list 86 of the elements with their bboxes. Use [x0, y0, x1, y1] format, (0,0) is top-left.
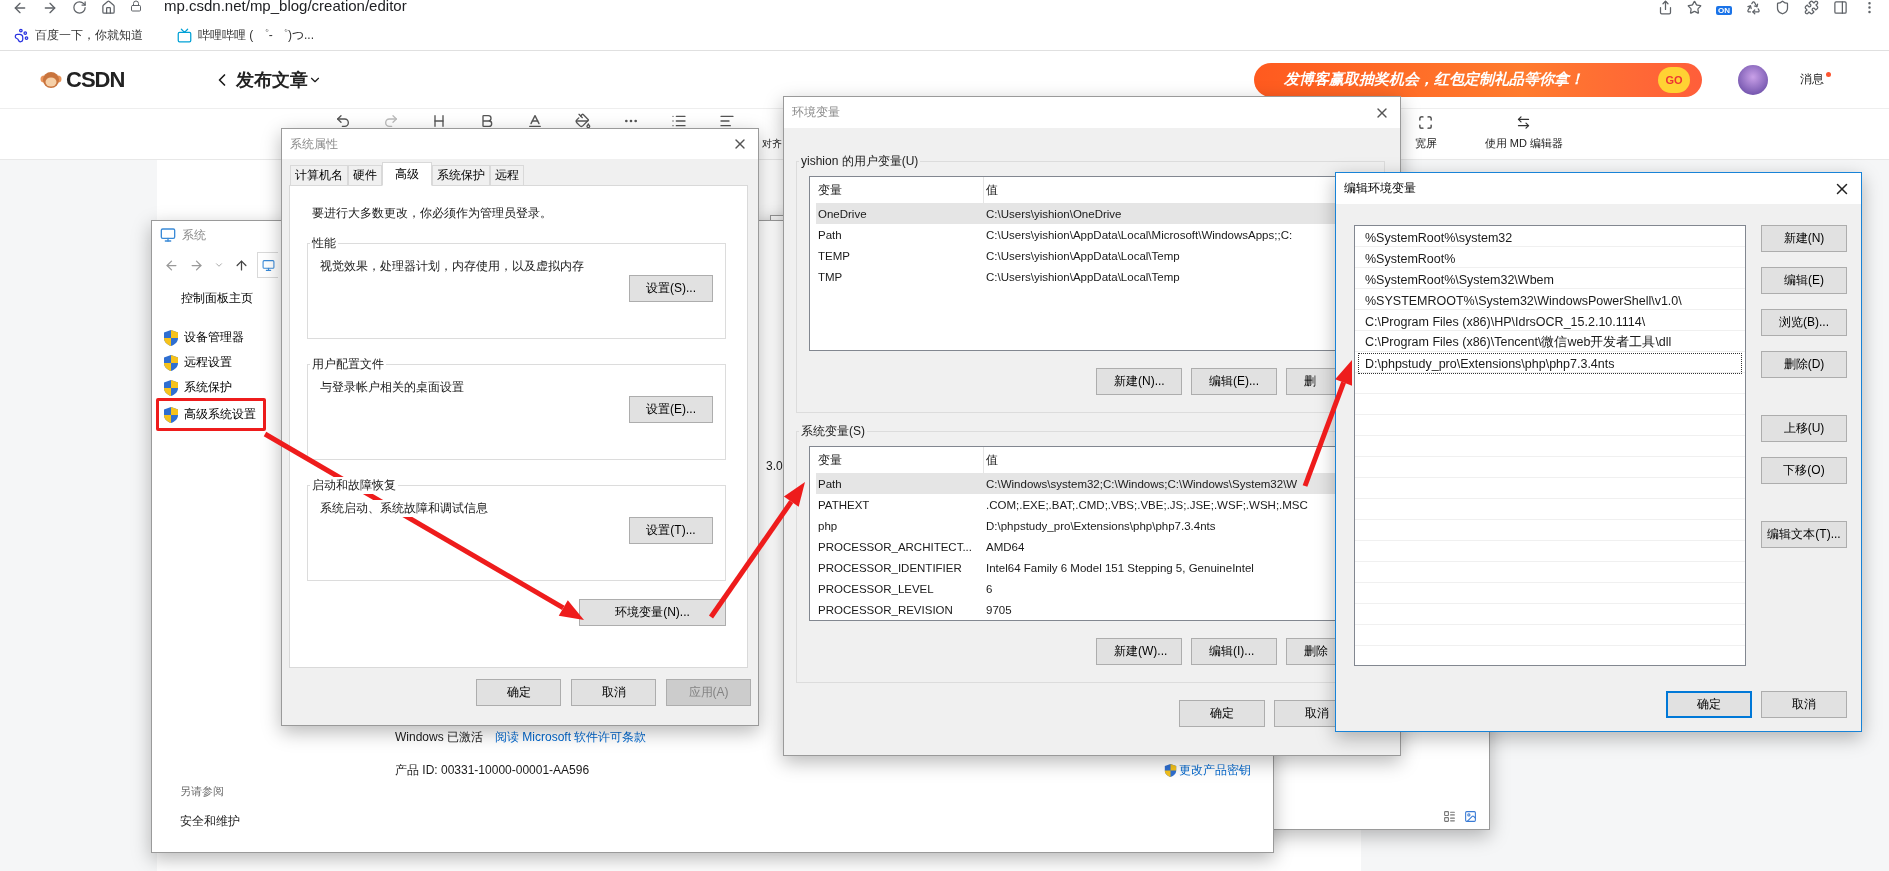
table-cell-text: PROCESSOR_LEVEL [817, 582, 935, 595]
side-link[interactable]: 安全和维护 [180, 813, 382, 830]
table-cell-text: TEMP [817, 249, 851, 262]
dialog-button[interactable]: 确定 [476, 679, 561, 706]
toolbar-label[interactable]: 宽屏 [1414, 136, 1437, 151]
settings-button[interactable]: 设置(T)... [629, 517, 713, 544]
group-description: 系统启动、系统故障和调试信息 [320, 500, 488, 517]
product-id: 产品 ID: 00331-10000-00001-AA596 [395, 762, 590, 779]
license-link[interactable]: 阅读 Microsoft 软件许可条款 [495, 729, 647, 746]
table-cell-text: 6 [985, 582, 994, 595]
table-cell-text: PATHEXT [817, 498, 871, 511]
dialog-button[interactable]: 编辑(I)... [1191, 638, 1277, 665]
list-item[interactable]: %SystemRoot% [1358, 248, 1742, 269]
table-cell-text: AMD64 [985, 540, 1026, 553]
dialog-button[interactable]: 上移(U) [1761, 415, 1847, 442]
logo[interactable]: CSDN [66, 66, 125, 93]
dialog-button[interactable]: 确定 [1666, 691, 1752, 718]
group-title: 启动和故障恢复 [310, 477, 398, 494]
group-title: yishion 的用户变量(U) [800, 153, 920, 170]
window-title: 环境变量 [792, 104, 840, 121]
table-cell-text: C:\Windows\system32;C:\Windows;C:\Windows\System32\W [985, 477, 1299, 490]
table-cell-text: Path [817, 228, 843, 241]
activation-status: Windows 已激活 [395, 729, 483, 746]
dialog-button[interactable]: 确定 [1179, 700, 1265, 727]
banner-text: 发博客赢取抽奖机会，红包定制礼品等你拿！ [1284, 70, 1585, 89]
side-link[interactable]: 高级系统设置 [156, 398, 266, 431]
bookmark-link[interactable]: 哔哩哔哩 ( ゜- ゜)つ... [198, 26, 314, 44]
settings-button[interactable]: 设置(S)... [629, 275, 713, 302]
dialog-button[interactable]: 编辑文本(T)... [1761, 521, 1847, 548]
list-item[interactable]: %SYSTEMROOT%\System32\WindowsPowerShell\v1.0\ [1358, 290, 1742, 311]
bookmark-link[interactable]: 百度一下，你就知道 [35, 26, 143, 44]
dialog-button[interactable]: 编辑(E)... [1191, 368, 1277, 395]
toolbar-label: 对齐 [762, 137, 782, 151]
tab[interactable]: 计算机名 [290, 165, 348, 186]
list-item[interactable]: %SystemRoot%\System32\Wbem [1358, 269, 1742, 290]
list-item[interactable]: C:\Program Files (x86)\HP\IdrsOCR_15.2.10.1114\ [1358, 311, 1742, 332]
dialog-button[interactable]: 新建(N)... [1096, 368, 1182, 395]
tab[interactable]: 硬件 [348, 165, 382, 186]
page-title[interactable]: 发布文章 [236, 67, 309, 92]
table-cell-text: PROCESSOR_IDENTIFIER [817, 561, 963, 574]
dialog-button[interactable]: 下移(O) [1761, 457, 1847, 484]
side-link[interactable]: 远程设置 [156, 352, 266, 373]
list-item[interactable]: D:\phpstudy_pro\Extensions\php\php7.3.4nts [1358, 353, 1742, 374]
table-cell-text: D:\phpstudy_pro\Extensions\php\php7.3.4nts [985, 519, 1217, 532]
group-title: 系统变量(S) [800, 423, 866, 440]
group-description: 与登录帐户相关的桌面设置 [320, 379, 464, 396]
toolbar-label[interactable]: 使用 MD 编辑器 [1484, 136, 1563, 151]
info-value: 3.0 [766, 459, 783, 473]
side-link[interactable]: 系统保护 [156, 377, 266, 398]
dialog-button[interactable]: 浏览(B)... [1761, 309, 1847, 336]
table-cell-text: .COM;.EXE;.BAT;.CMD;.VBS;.VBE;.JS;.JSE;.WSF;.WSH;.MSC [985, 498, 1309, 511]
tab[interactable]: 高级 [382, 162, 432, 186]
change-key-link[interactable]: 更改产品密钥 [1164, 762, 1251, 779]
notice-text: 要进行大多数更改，你必须作为管理员登录。 [312, 205, 553, 222]
settings-button[interactable]: 设置(E)... [629, 396, 713, 423]
dialog-button[interactable]: 取消 [1761, 691, 1847, 718]
window-title: 系统 [182, 226, 206, 244]
table-cell-text: 9705 [985, 603, 1013, 616]
address-field[interactable]: mp.csdn.net/mp_blog/creation/editor [164, 0, 407, 14]
window-title: 编辑环境变量 [1344, 180, 1416, 197]
table-cell-text: Intel64 Family 6 Model 151 Stepping 5, GenuineIntel [985, 561, 1255, 574]
table-cell-text: Path [817, 477, 843, 490]
messages-link[interactable]: 消息 [1800, 71, 1824, 88]
table-cell-text: PROCESSOR_REVISION [817, 603, 954, 616]
table-cell-text: php [817, 519, 839, 532]
table-cell-text: C:\Users\yishion\OneDrive [985, 207, 1123, 220]
group-title: 性能 [310, 235, 338, 252]
section-title: 另请参阅 [180, 784, 225, 799]
table-cell-text: TMP [817, 270, 844, 283]
group-title: 用户配置文件 [310, 356, 386, 373]
list-item[interactable]: %SystemRoot%\system32 [1358, 227, 1742, 248]
dialog-button[interactable]: 新建(W)... [1096, 638, 1182, 665]
tab[interactable]: 系统保护 [432, 165, 490, 186]
window-title: 系统属性 [290, 135, 338, 153]
list-item[interactable]: C:\Program Files (x86)\Tencent\微信web开发者工具\dll [1358, 332, 1742, 353]
table-cell-text: OneDrive [817, 207, 868, 220]
dialog-button[interactable]: 新建(N) [1761, 225, 1847, 252]
table-cell-text: PROCESSOR_ARCHITECT... [817, 540, 973, 553]
dialog-button[interactable]: 取消 [571, 679, 656, 706]
extension-badge[interactable]: ON [1716, 6, 1732, 15]
side-link[interactable]: 设备管理器 [156, 327, 266, 348]
group-description: 视觉效果，处理器计划，内存使用，以及虚拟内存 [320, 258, 584, 275]
env-vars-button[interactable]: 环境变量(N)... [579, 599, 726, 626]
tab[interactable]: 远程 [490, 165, 524, 186]
dialog-button[interactable]: 编辑(E) [1761, 267, 1847, 294]
dialog-button[interactable]: 删除(D) [1761, 351, 1847, 378]
